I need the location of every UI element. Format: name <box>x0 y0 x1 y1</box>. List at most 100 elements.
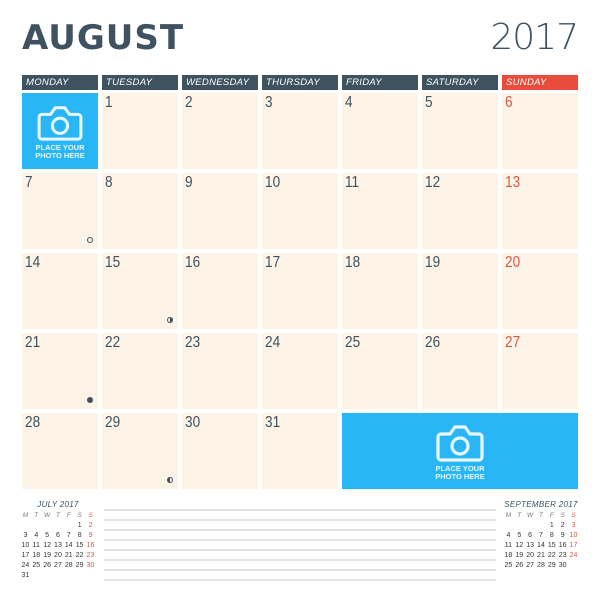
day-cell[interactable]: 10 <box>262 173 338 249</box>
day-number: 6 <box>505 94 513 111</box>
day-number: 4 <box>345 94 353 111</box>
day-cell[interactable]: 25 <box>342 333 418 409</box>
day-cell[interactable]: 23 <box>182 333 258 409</box>
note-line <box>104 579 496 581</box>
day-cell[interactable]: 8 <box>102 173 178 249</box>
day-cell[interactable]: 5 <box>422 93 498 169</box>
day-number: 30 <box>185 414 201 431</box>
mini-calendar-next: SEPTEMBER 2017 M T W T F S S 1 2 3 4 5 6 7 8 9 10 11 12 13 14… <box>503 500 579 571</box>
day-number: 27 <box>505 334 521 351</box>
mini-day: 18 <box>504 552 513 559</box>
day-number: 21 <box>25 334 41 351</box>
mini-day: 8 <box>77 532 82 539</box>
day-number: 15 <box>105 254 121 271</box>
day-cell[interactable]: 14 <box>22 253 98 329</box>
mini-weekday: S <box>88 512 93 519</box>
day-number: 3 <box>265 94 273 111</box>
day-number: 23 <box>185 334 201 351</box>
mini-day <box>536 521 547 531</box>
mini-day: 28 <box>64 562 73 569</box>
mini-day: 16 <box>558 542 567 549</box>
day-number: 5 <box>425 94 433 111</box>
day-cell[interactable]: 12 <box>422 173 498 249</box>
day-cell[interactable]: 11 <box>342 173 418 249</box>
photo-placeholder-small[interactable]: PLACE YOUR PHOTO HERE <box>22 93 98 169</box>
day-cell[interactable]: 15 <box>102 253 178 329</box>
photo-placeholder-large[interactable]: PLACE YOUR PHOTO HERE <box>342 413 578 489</box>
day-cell[interactable]: 18 <box>342 253 418 329</box>
mini-day: 3 <box>23 532 28 539</box>
weekday-header-friday: FRIDAY <box>342 75 418 90</box>
mini-day <box>514 521 525 531</box>
mini-day <box>53 521 64 531</box>
mini-day: 1 <box>77 522 82 529</box>
day-cell[interactable]: 9 <box>182 173 258 249</box>
moon-full-icon <box>87 237 93 243</box>
moon-new-icon <box>87 397 93 403</box>
mini-day: 19 <box>515 552 524 559</box>
mini-day: 29 <box>75 562 84 569</box>
day-cell[interactable]: 2 <box>182 93 258 169</box>
day-cell[interactable]: 21 <box>22 333 98 409</box>
mini-day <box>525 521 536 531</box>
mini-day: 21 <box>64 552 73 559</box>
month-title: AUGUST <box>22 18 185 58</box>
mini-weekday: T <box>517 512 522 519</box>
mini-day: 7 <box>539 532 543 539</box>
day-cell[interactable]: 22 <box>102 333 178 409</box>
mini-weekday: S <box>571 512 576 519</box>
day-cell[interactable]: 3 <box>262 93 338 169</box>
day-number: 11 <box>345 174 360 191</box>
mini-day <box>74 571 85 581</box>
mini-day: 5 <box>45 532 50 539</box>
mini-day: 29 <box>547 562 556 569</box>
day-cell[interactable]: 19 <box>422 253 498 329</box>
mini-day: 17 <box>21 552 30 559</box>
day-cell[interactable]: 27 <box>502 333 578 409</box>
day-cell[interactable]: 30 <box>182 413 258 489</box>
day-cell[interactable]: 17 <box>262 253 338 329</box>
day-cell[interactable]: 28 <box>22 413 98 489</box>
mini-day: 10 <box>569 532 578 539</box>
mini-day: 27 <box>54 562 62 569</box>
mini-day: 13 <box>526 542 534 549</box>
mini-day <box>53 571 64 581</box>
day-cell[interactable]: 16 <box>182 253 258 329</box>
day-cell[interactable]: 4 <box>342 93 418 169</box>
mini-weekday: S <box>77 512 82 519</box>
day-cell[interactable]: 6 <box>502 93 578 169</box>
mini-weekday: T <box>34 512 39 519</box>
mini-day: 13 <box>54 542 62 549</box>
note-line <box>104 509 496 511</box>
day-cell[interactable]: 13 <box>502 173 578 249</box>
day-cell[interactable]: 29 <box>102 413 178 489</box>
mini-day: 15 <box>547 542 556 549</box>
day-number: 28 <box>25 414 41 431</box>
mini-calendar-prev: JULY 2017 M T W T F S S 1 2 3 4 5 6 7 8 9 10 11 12 13 14 15 16 1… <box>20 500 96 581</box>
mini-day: 7 <box>66 532 71 539</box>
mini-day: 23 <box>86 552 95 559</box>
day-cell[interactable]: 7 <box>22 173 98 249</box>
mini-day: 27 <box>526 562 534 569</box>
mini-day <box>503 521 514 531</box>
mini-day: 31 <box>21 572 30 579</box>
mini-weekday: T <box>538 512 543 519</box>
mini-day: 21 <box>537 552 545 559</box>
note-line <box>104 549 496 551</box>
mini-day: 14 <box>537 542 545 549</box>
weekday-header-monday: MONDAY <box>22 75 98 90</box>
day-cell[interactable]: 20 <box>502 253 578 329</box>
mini-day: 9 <box>88 532 93 539</box>
day-number: 9 <box>185 174 193 191</box>
day-number: 25 <box>345 334 361 351</box>
day-cell[interactable]: 31 <box>262 413 338 489</box>
mini-weekday: S <box>560 512 565 519</box>
day-cell[interactable]: 1 <box>102 93 178 169</box>
day-cell[interactable]: 24 <box>262 333 338 409</box>
mini-day: 12 <box>43 542 51 549</box>
photo-placeholder-text: PLACE YOUR PHOTO HERE <box>35 142 85 160</box>
weekday-header-wednesday: WEDNESDAY <box>182 75 258 90</box>
day-cell[interactable]: 26 <box>422 333 498 409</box>
day-number: 26 <box>425 334 441 351</box>
mini-day <box>20 521 31 531</box>
